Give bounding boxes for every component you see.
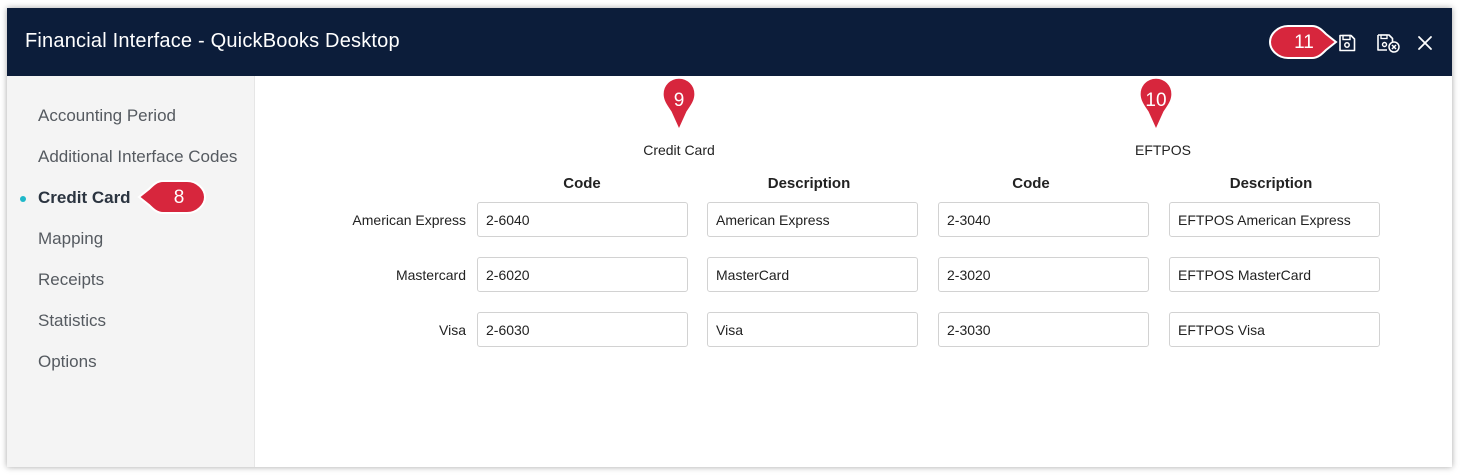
- sidebar-item-statistics[interactable]: Statistics: [38, 311, 106, 331]
- save-and-close-button[interactable]: [1373, 30, 1403, 56]
- active-indicator-dot: [20, 196, 26, 202]
- title-bar: Financial Interface - QuickBooks Desktop: [7, 8, 1452, 76]
- sidebar-item-additional-interface-codes[interactable]: Additional Interface Codes: [38, 147, 237, 167]
- callout-label-11: 11: [1294, 32, 1314, 53]
- cc-code-field[interactable]: [477, 312, 688, 347]
- dialog-title: Financial Interface - QuickBooks Desktop: [25, 30, 400, 52]
- row-label-visa: Visa: [439, 322, 466, 338]
- financial-interface-dialog: Financial Interface - QuickBooks Desktop: [7, 8, 1452, 467]
- column-header-eftpos-description: Description: [1229, 175, 1313, 192]
- sidebar-item-receipts[interactable]: Receipts: [38, 270, 104, 290]
- eftpos-description-field[interactable]: [1169, 312, 1380, 347]
- callout-label-10: 10: [1145, 90, 1167, 111]
- cc-code-field[interactable]: [477, 202, 688, 237]
- cc-description-field[interactable]: [707, 257, 918, 292]
- column-header-cc-description: Description: [767, 175, 851, 192]
- column-header-cc-code: Code: [563, 175, 601, 192]
- cc-description-field[interactable]: [707, 312, 918, 347]
- sidebar-nav: Accounting Period Additional Interface C…: [7, 76, 255, 467]
- close-button[interactable]: [1412, 30, 1438, 56]
- sidebar-item-options[interactable]: Options: [38, 352, 97, 372]
- eftpos-code-field[interactable]: [938, 312, 1149, 347]
- row-label-american-express: American Express: [352, 212, 466, 228]
- sidebar-item-credit-card[interactable]: Credit Card: [38, 188, 131, 208]
- cc-description-field[interactable]: [707, 202, 918, 237]
- save-close-icon: [1377, 34, 1400, 53]
- sidebar-item-accounting-period[interactable]: Accounting Period: [38, 106, 176, 126]
- eftpos-code-field[interactable]: [938, 257, 1149, 292]
- group-title-eftpos: EFTPOS: [1134, 142, 1192, 158]
- callout-label-9: 9: [673, 90, 685, 111]
- column-header-eftpos-code: Code: [1012, 175, 1050, 192]
- cc-code-field[interactable]: [477, 257, 688, 292]
- eftpos-description-field[interactable]: [1169, 257, 1380, 292]
- group-title-credit-card: Credit Card: [643, 142, 715, 158]
- row-label-mastercard: Mastercard: [395, 267, 466, 283]
- callout-label-8: 8: [173, 187, 185, 208]
- eftpos-code-field[interactable]: [938, 202, 1149, 237]
- close-icon: [1418, 36, 1432, 50]
- save-icon: [1339, 34, 1356, 52]
- eftpos-description-field[interactable]: [1169, 202, 1380, 237]
- sidebar-item-mapping[interactable]: Mapping: [38, 229, 103, 249]
